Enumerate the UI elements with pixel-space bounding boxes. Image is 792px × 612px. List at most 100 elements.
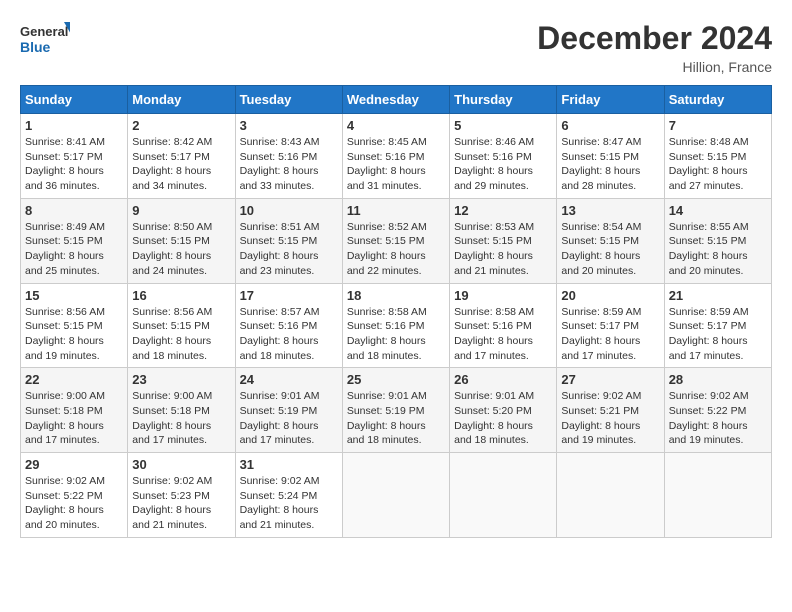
calendar-cell: 16Sunrise: 8:56 AMSunset: 5:15 PMDayligh…: [128, 283, 235, 368]
day-detail: Sunrise: 8:55 AMSunset: 5:15 PMDaylight:…: [669, 220, 767, 279]
day-detail: Sunrise: 9:01 AMSunset: 5:19 PMDaylight:…: [347, 389, 445, 448]
calendar-cell: 1Sunrise: 8:41 AMSunset: 5:17 PMDaylight…: [21, 114, 128, 199]
calendar-week-row: 29 Sunrise: 9:02 AMSunset: 5:22 PMDayligh…: [21, 453, 772, 538]
day-number: 26: [454, 372, 552, 387]
calendar-cell: 12 Sunrise: 8:53 AMSunset: 5:15 PMDayligh…: [450, 198, 557, 283]
calendar-week-row: 8 Sunrise: 8:49 AMSunset: 5:15 PMDaylight…: [21, 198, 772, 283]
day-number: 8: [25, 203, 123, 218]
col-header-sunday: Sunday: [21, 86, 128, 114]
day-number: 27: [561, 372, 659, 387]
day-number: 31: [240, 457, 338, 472]
day-number: 20: [561, 288, 659, 303]
day-number: 15: [25, 288, 123, 303]
day-detail: Sunrise: 8:45 AMSunset: 5:16 PMDaylight:…: [347, 135, 445, 194]
day-detail: Sunrise: 9:02 AMSunset: 5:23 PMDaylight:…: [132, 474, 230, 533]
day-number: 24: [240, 372, 338, 387]
day-number: 6: [561, 118, 659, 133]
location-subtitle: Hillion, France: [537, 59, 772, 75]
day-detail: Sunrise: 8:51 AMSunset: 5:15 PMDaylight:…: [240, 220, 338, 279]
day-detail: Sunrise: 9:02 AMSunset: 5:22 PMDaylight:…: [669, 389, 767, 448]
calendar-cell: [450, 453, 557, 538]
day-detail: Sunrise: 9:02 AMSunset: 5:22 PMDaylight:…: [25, 474, 123, 533]
col-header-wednesday: Wednesday: [342, 86, 449, 114]
calendar-cell: 25Sunrise: 9:01 AMSunset: 5:19 PMDayligh…: [342, 368, 449, 453]
day-detail: Sunrise: 9:01 AMSunset: 5:19 PMDaylight:…: [240, 389, 338, 448]
day-detail: Sunrise: 8:56 AMSunset: 5:15 PMDaylight:…: [132, 305, 230, 364]
calendar-week-row: 22 Sunrise: 9:00 AMSunset: 5:18 PMDayligh…: [21, 368, 772, 453]
day-number: 29: [25, 457, 123, 472]
calendar-cell: 18 Sunrise: 8:58 AMSunset: 5:16 PMDayligh…: [342, 283, 449, 368]
col-header-tuesday: Tuesday: [235, 86, 342, 114]
day-detail: Sunrise: 8:54 AMSunset: 5:15 PMDaylight:…: [561, 220, 659, 279]
calendar-cell: 9 Sunrise: 8:50 AMSunset: 5:15 PMDaylight…: [128, 198, 235, 283]
month-year-title: December 2024: [537, 20, 772, 57]
day-number: 4: [347, 118, 445, 133]
calendar-cell: 30 Sunrise: 9:02 AMSunset: 5:23 PMDayligh…: [128, 453, 235, 538]
day-detail: Sunrise: 8:46 AMSunset: 5:16 PMDaylight:…: [454, 135, 552, 194]
calendar-cell: 6 Sunrise: 8:47 AMSunset: 5:15 PMDaylight…: [557, 114, 664, 199]
calendar-cell: 10 Sunrise: 8:51 AMSunset: 5:15 PMDayligh…: [235, 198, 342, 283]
day-number: 18: [347, 288, 445, 303]
calendar-cell: 20Sunrise: 8:59 AMSunset: 5:17 PMDayligh…: [557, 283, 664, 368]
day-detail: Sunrise: 8:47 AMSunset: 5:15 PMDaylight:…: [561, 135, 659, 194]
calendar-cell: 8 Sunrise: 8:49 AMSunset: 5:15 PMDaylight…: [21, 198, 128, 283]
day-number: 9: [132, 203, 230, 218]
col-header-friday: Friday: [557, 86, 664, 114]
calendar-cell: 2 Sunrise: 8:42 AMSunset: 5:17 PMDaylight…: [128, 114, 235, 199]
day-number: 23: [132, 372, 230, 387]
calendar-cell: [342, 453, 449, 538]
day-number: 14: [669, 203, 767, 218]
col-header-saturday: Saturday: [664, 86, 771, 114]
day-number: 28: [669, 372, 767, 387]
calendar-cell: 28 Sunrise: 9:02 AMSunset: 5:22 PMDayligh…: [664, 368, 771, 453]
calendar-cell: 14 Sunrise: 8:55 AMSunset: 5:15 PMDayligh…: [664, 198, 771, 283]
calendar-cell: 23 Sunrise: 9:00 AMSunset: 5:18 PMDayligh…: [128, 368, 235, 453]
svg-text:General: General: [20, 24, 68, 39]
day-detail: Sunrise: 8:58 AMSunset: 5:16 PMDaylight:…: [347, 305, 445, 364]
day-detail: Sunrise: 8:50 AMSunset: 5:15 PMDaylight:…: [132, 220, 230, 279]
calendar-cell: 31 Sunrise: 9:02 AMSunset: 5:24 PMDayligh…: [235, 453, 342, 538]
day-detail: Sunrise: 9:00 AMSunset: 5:18 PMDaylight:…: [25, 389, 123, 448]
svg-text:Blue: Blue: [20, 39, 51, 55]
day-number: 17: [240, 288, 338, 303]
calendar-cell: 15Sunrise: 8:56 AMSunset: 5:15 PMDayligh…: [21, 283, 128, 368]
day-detail: Sunrise: 8:43 AMSunset: 5:16 PMDaylight:…: [240, 135, 338, 194]
day-number: 12: [454, 203, 552, 218]
day-number: 11: [347, 203, 445, 218]
day-number: 30: [132, 457, 230, 472]
day-detail: Sunrise: 9:00 AMSunset: 5:18 PMDaylight:…: [132, 389, 230, 448]
day-detail: Sunrise: 8:41 AMSunset: 5:17 PMDaylight:…: [25, 135, 123, 194]
page-header: General Blue December 2024 Hillion, Fran…: [20, 20, 772, 75]
day-number: 19: [454, 288, 552, 303]
day-detail: Sunrise: 8:53 AMSunset: 5:15 PMDaylight:…: [454, 220, 552, 279]
col-header-thursday: Thursday: [450, 86, 557, 114]
day-detail: Sunrise: 8:48 AMSunset: 5:15 PMDaylight:…: [669, 135, 767, 194]
calendar-cell: 4 Sunrise: 8:45 AMSunset: 5:16 PMDaylight…: [342, 114, 449, 199]
calendar-cell: [664, 453, 771, 538]
calendar-cell: 5 Sunrise: 8:46 AMSunset: 5:16 PMDaylight…: [450, 114, 557, 199]
day-number: 10: [240, 203, 338, 218]
calendar-week-row: 1Sunrise: 8:41 AMSunset: 5:17 PMDaylight…: [21, 114, 772, 199]
day-detail: Sunrise: 8:52 AMSunset: 5:15 PMDaylight:…: [347, 220, 445, 279]
day-detail: Sunrise: 8:59 AMSunset: 5:17 PMDaylight:…: [669, 305, 767, 364]
day-detail: Sunrise: 9:02 AMSunset: 5:24 PMDaylight:…: [240, 474, 338, 533]
calendar-cell: [557, 453, 664, 538]
day-detail: Sunrise: 8:58 AMSunset: 5:16 PMDaylight:…: [454, 305, 552, 364]
calendar-cell: 27Sunrise: 9:02 AMSunset: 5:21 PMDayligh…: [557, 368, 664, 453]
day-number: 22: [25, 372, 123, 387]
calendar-cell: 11 Sunrise: 8:52 AMSunset: 5:15 PMDayligh…: [342, 198, 449, 283]
day-detail: Sunrise: 8:49 AMSunset: 5:15 PMDaylight:…: [25, 220, 123, 279]
calendar-cell: 26 Sunrise: 9:01 AMSunset: 5:20 PMDayligh…: [450, 368, 557, 453]
logo: General Blue: [20, 20, 70, 62]
day-number: 5: [454, 118, 552, 133]
calendar-cell: 21 Sunrise: 8:59 AMSunset: 5:17 PMDayligh…: [664, 283, 771, 368]
calendar-cell: 13Sunrise: 8:54 AMSunset: 5:15 PMDayligh…: [557, 198, 664, 283]
logo-svg: General Blue: [20, 20, 70, 62]
day-number: 2: [132, 118, 230, 133]
day-detail: Sunrise: 9:01 AMSunset: 5:20 PMDaylight:…: [454, 389, 552, 448]
calendar-week-row: 15 Sunrise: 8:56 AMSunset: 5:15 PMDayligh…: [21, 283, 772, 368]
day-number: 7: [669, 118, 767, 133]
day-detail: Sunrise: 8:42 AMSunset: 5:17 PMDaylight:…: [132, 135, 230, 194]
day-number: 21: [669, 288, 767, 303]
col-header-monday: Monday: [128, 86, 235, 114]
